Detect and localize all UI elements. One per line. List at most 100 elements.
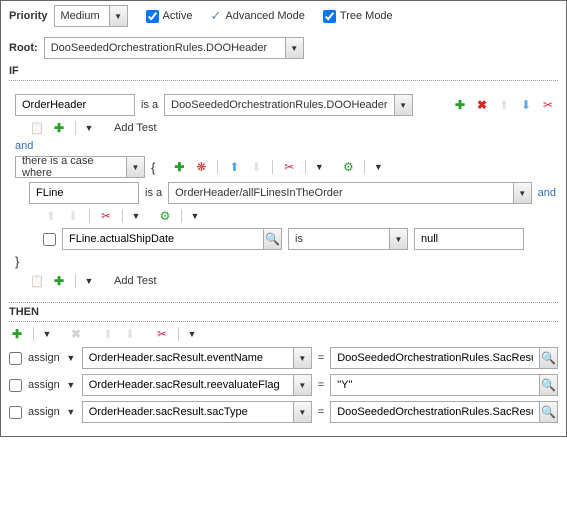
search-icon[interactable]	[539, 402, 557, 422]
chevron-down-icon[interactable]: ▼	[314, 159, 324, 175]
chevron-down-icon[interactable]: ▼	[373, 159, 383, 175]
cut-icon[interactable]	[281, 159, 297, 175]
assign-row: assign▼▼=	[9, 401, 558, 423]
root-select[interactable]: DooSeededOrchestrationRules.DOOHeader ▼	[44, 37, 304, 59]
assign-checkbox[interactable]	[9, 379, 22, 392]
chevron-down-icon[interactable]: ▼	[131, 208, 141, 224]
chevron-down-icon[interactable]: ▼	[513, 183, 531, 203]
check-icon: ✓	[210, 8, 221, 24]
divider	[9, 80, 558, 81]
header-type-select[interactable]: DooSeededOrchestrationRules.DOOHeader ▼	[164, 94, 412, 116]
and-operator[interactable]: and	[538, 187, 556, 199]
divider	[181, 209, 182, 223]
active-label: Active	[163, 10, 193, 22]
case-where-select[interactable]: there is a case where ▼	[15, 156, 145, 178]
priority-select[interactable]: Medium ▼	[54, 5, 128, 27]
priority-label: Priority	[9, 10, 48, 22]
condition-checkbox[interactable]	[43, 233, 56, 246]
delete-icon	[68, 326, 84, 342]
assign-label: assign	[28, 352, 60, 364]
active-checkbox[interactable]: Active	[146, 10, 193, 23]
chevron-down-icon[interactable]: ▼	[42, 326, 52, 342]
root-label: Root:	[9, 42, 38, 54]
chevron-down-icon[interactable]: ▼	[84, 273, 94, 289]
chevron-down-icon[interactable]: ▼	[109, 6, 127, 26]
header-var-input[interactable]	[15, 94, 135, 116]
assign-value-select[interactable]	[330, 374, 558, 396]
chevron-down-icon[interactable]: ▼	[84, 120, 94, 136]
add-icon[interactable]	[9, 326, 25, 342]
divider	[272, 160, 273, 174]
search-icon[interactable]	[539, 348, 557, 368]
divider	[122, 209, 123, 223]
then-section-label: THEN	[9, 306, 558, 318]
divider	[9, 302, 558, 303]
advanced-mode-toggle[interactable]: ✓ Advanced Mode	[210, 8, 304, 24]
chevron-down-icon[interactable]: ▼	[66, 404, 76, 420]
assign-value-select[interactable]	[330, 401, 558, 423]
assign-checkbox[interactable]	[9, 352, 22, 365]
search-icon[interactable]	[263, 229, 281, 249]
fline-var-input[interactable]	[29, 182, 139, 204]
divider	[9, 321, 558, 322]
assign-label: assign	[28, 379, 60, 391]
if-section-label: IF	[9, 65, 558, 77]
add-icon[interactable]	[51, 273, 67, 289]
condition-op-select[interactable]: is ▼	[288, 228, 408, 250]
chevron-down-icon[interactable]: ▼	[394, 95, 412, 115]
chevron-down-icon[interactable]: ▼	[293, 375, 311, 395]
assign-checkbox[interactable]	[9, 406, 22, 419]
tree-mode-checkbox[interactable]: Tree Mode	[323, 10, 393, 23]
assign-label: assign	[28, 406, 60, 418]
divider	[75, 274, 76, 288]
fline-type-select[interactable]: OrderHeader/allFLinesInTheOrder ▼	[168, 182, 532, 204]
paste-icon	[29, 273, 45, 289]
assign-row: assign ▼ ▼ =	[9, 347, 558, 369]
chevron-down-icon[interactable]: ▼	[66, 350, 76, 366]
add-icon[interactable]	[51, 120, 67, 136]
chevron-down-icon[interactable]: ▼	[389, 229, 407, 249]
move-up-icon	[100, 326, 116, 342]
move-up-icon[interactable]	[226, 159, 242, 175]
equals-label: =	[318, 379, 324, 391]
gear-icon[interactable]	[340, 159, 356, 175]
chevron-down-icon[interactable]: ▼	[190, 208, 200, 224]
gear-icon[interactable]	[157, 208, 173, 224]
chevron-down-icon[interactable]: ▼	[187, 326, 197, 342]
add-icon[interactable]	[452, 97, 468, 113]
tree-mode-label: Tree Mode	[340, 10, 393, 22]
chevron-down-icon[interactable]: ▼	[126, 157, 144, 177]
add-icon[interactable]	[171, 159, 187, 175]
divider	[305, 160, 306, 174]
cut-icon[interactable]	[154, 326, 170, 342]
chevron-down-icon[interactable]: ▼	[293, 348, 311, 368]
delete-pattern-icon[interactable]	[193, 159, 209, 175]
chevron-down-icon[interactable]: ▼	[293, 402, 311, 422]
condition-value-input[interactable]	[414, 228, 524, 250]
condition-field-select[interactable]	[62, 228, 282, 250]
assign-row: assign ▼ ▼ =	[9, 374, 558, 396]
chevron-down-icon[interactable]: ▼	[66, 377, 76, 393]
assign-target-select[interactable]: ▼	[82, 374, 312, 396]
divider	[89, 209, 90, 223]
equals-label: =	[318, 352, 324, 364]
and-operator[interactable]: and	[15, 140, 33, 152]
assign-target-select[interactable]: ▼	[82, 347, 312, 369]
is-a-label: is a	[145, 187, 162, 199]
divider	[33, 327, 34, 341]
assign-value-select[interactable]	[330, 347, 558, 369]
close-brace: }	[15, 254, 19, 269]
move-down-icon	[65, 208, 81, 224]
assign-target-select[interactable]: ▼	[82, 401, 312, 423]
chevron-down-icon[interactable]: ▼	[285, 38, 303, 58]
add-test-label: Add Test	[114, 122, 157, 134]
move-down-icon[interactable]	[518, 97, 534, 113]
move-down-icon	[122, 326, 138, 342]
cut-icon[interactable]	[540, 97, 556, 113]
divider	[364, 160, 365, 174]
search-icon[interactable]	[539, 375, 557, 395]
divider	[178, 327, 179, 341]
delete-icon[interactable]	[474, 97, 490, 113]
cut-icon[interactable]	[98, 208, 114, 224]
advanced-mode-label: Advanced Mode	[225, 10, 305, 22]
